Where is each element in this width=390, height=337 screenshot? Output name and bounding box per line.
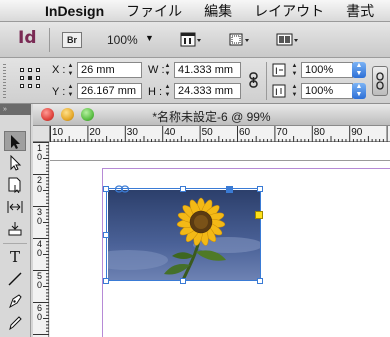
scale-y-stepper[interactable]: ▲ ▼ <box>290 83 299 101</box>
document-title: *名称未設定-6 @ 99% <box>152 110 271 124</box>
page-top-edge <box>50 160 390 161</box>
type-tool-icon[interactable]: T <box>4 247 26 267</box>
resize-handle-top-center[interactable] <box>180 186 186 192</box>
svg-text:I: I <box>275 88 278 98</box>
horizontal-ruler-label: 20 <box>89 127 101 138</box>
constrain-proportions-button[interactable] <box>248 72 260 88</box>
horizontal-ruler-label: 70 <box>276 127 288 138</box>
resize-handle-bottom-right[interactable] <box>257 278 263 284</box>
horizontal-ruler-label: 90 <box>351 127 363 138</box>
y-label: Y : <box>52 86 66 98</box>
scale-y-icon: I <box>272 83 286 99</box>
pen-tool-icon[interactable] <box>4 291 26 311</box>
arrange-documents-button[interactable] <box>276 31 300 49</box>
content-collector-tool-icon[interactable] <box>4 219 26 239</box>
live-corner-icon[interactable] <box>255 211 263 219</box>
panel-grip[interactable] <box>3 64 6 98</box>
horizontal-ruler-label: 40 <box>164 127 176 138</box>
scale-x-stepper[interactable]: ▲ ▼ <box>290 62 299 80</box>
selection-tool-icon[interactable] <box>4 131 26 151</box>
resize-handle-middle-left[interactable] <box>103 232 109 238</box>
h-label: H : <box>148 86 163 98</box>
tools-panel: » T <box>0 104 31 337</box>
control-panel: X : ▲ ▼ 26 mm Y : ▲ ▼ 26.167 mm W : ▲ ▼ 41.… <box>0 58 390 104</box>
horizontal-ruler-label: 80 <box>313 127 325 138</box>
vertical-ruler-label: 60 <box>37 303 43 322</box>
scale-x-dropdown[interactable]: ▲ ▼ <box>352 62 366 78</box>
scale-y-field[interactable]: 100% <box>301 83 353 99</box>
selection-bounding-box[interactable] <box>106 188 261 281</box>
vertical-ruler[interactable]: 10 20 30 40 50 60 <box>33 142 49 337</box>
tools-panel-collapse[interactable]: » <box>0 104 31 115</box>
scale-x-icon: I <box>272 62 286 78</box>
horizontal-ruler-label: 60 <box>239 127 251 138</box>
menu-item-indesign[interactable]: InDesign <box>34 3 115 19</box>
constrain-scale-button[interactable] <box>372 66 388 96</box>
screen-mode-icon <box>229 33 249 46</box>
y-stepper[interactable]: ▲ ▼ <box>66 83 75 101</box>
menu-bar: InDesign ファイル 編集 レイアウト 書式 <box>0 0 390 22</box>
gap-tool-icon[interactable] <box>4 197 26 217</box>
horizontal-ruler-label: 50 <box>201 127 213 138</box>
ruler-origin[interactable] <box>33 126 50 142</box>
screen-mode-button[interactable] <box>228 31 250 49</box>
margin-guide-top <box>102 168 390 169</box>
horizontal-ruler-label: 10 <box>52 127 64 138</box>
resize-handle-bottom-center[interactable] <box>180 278 186 284</box>
vertical-ruler-label: 40 <box>37 239 43 258</box>
divider <box>49 28 50 52</box>
view-options-icon <box>180 32 201 47</box>
chain-link-icon <box>249 72 258 88</box>
direct-selection-tool-icon[interactable] <box>4 153 26 173</box>
height-field[interactable]: 24.333 mm <box>174 83 241 99</box>
application-bar: Id Br 100% ▼ <box>0 22 390 58</box>
line-tool-icon[interactable] <box>4 269 26 289</box>
svg-text:I: I <box>275 67 278 77</box>
x-position-field[interactable]: 26 mm <box>77 62 142 78</box>
width-field[interactable]: 41.333 mm <box>174 62 241 78</box>
w-stepper[interactable]: ▲ ▼ <box>163 62 172 80</box>
document-title-bar[interactable]: *名称未設定-6 @ 99% <box>33 104 390 126</box>
bridge-button[interactable]: Br <box>62 32 82 48</box>
zoom-dropdown-icon[interactable]: ▼ <box>145 33 154 43</box>
x-label: X : <box>52 64 66 76</box>
chain-link-icon <box>376 72 384 90</box>
horizontal-ruler-label: 30 <box>126 127 138 138</box>
horizontal-ruler[interactable]: 10 20 30 40 50 60 70 80 90 <box>50 126 390 142</box>
x-stepper[interactable]: ▲ ▼ <box>66 62 75 80</box>
tools-divider <box>3 243 27 244</box>
pencil-tool-icon[interactable] <box>4 313 26 333</box>
horizontal-ruler-ticks <box>50 126 388 142</box>
y-position-field[interactable]: 26.167 mm <box>77 83 142 99</box>
h-stepper[interactable]: ▲ ▼ <box>163 83 172 101</box>
menu-item-file[interactable]: ファイル <box>115 1 193 21</box>
divider <box>266 62 267 100</box>
arrange-documents-icon <box>276 33 298 46</box>
content-grabber-handle[interactable] <box>226 186 233 193</box>
vertical-ruler-label: 10 <box>37 143 43 162</box>
menu-item-edit[interactable]: 編集 <box>193 1 243 21</box>
resize-handle-top-right[interactable] <box>257 186 263 192</box>
zoom-level[interactable]: 100% <box>107 33 138 47</box>
scale-x-field[interactable]: 100% <box>301 62 353 78</box>
vertical-ruler-label: 30 <box>37 207 43 226</box>
vertical-ruler-label: 50 <box>37 271 43 290</box>
vertical-ruler-label: 20 <box>37 175 43 194</box>
menu-item-type[interactable]: 書式 <box>335 1 385 21</box>
view-options-button[interactable] <box>180 31 202 49</box>
resize-handle-top-left[interactable] <box>103 186 109 192</box>
menu-item-layout[interactable]: レイアウト <box>243 1 335 21</box>
resize-handle-bottom-left[interactable] <box>103 278 109 284</box>
margin-guide-left <box>102 168 103 337</box>
indesign-logo: Id <box>18 28 37 48</box>
scale-y-dropdown[interactable]: ▲ ▼ <box>352 83 366 99</box>
page-tool-icon[interactable] <box>4 175 26 195</box>
reference-point-icon[interactable] <box>20 68 40 88</box>
linked-frame-icon <box>114 184 130 193</box>
